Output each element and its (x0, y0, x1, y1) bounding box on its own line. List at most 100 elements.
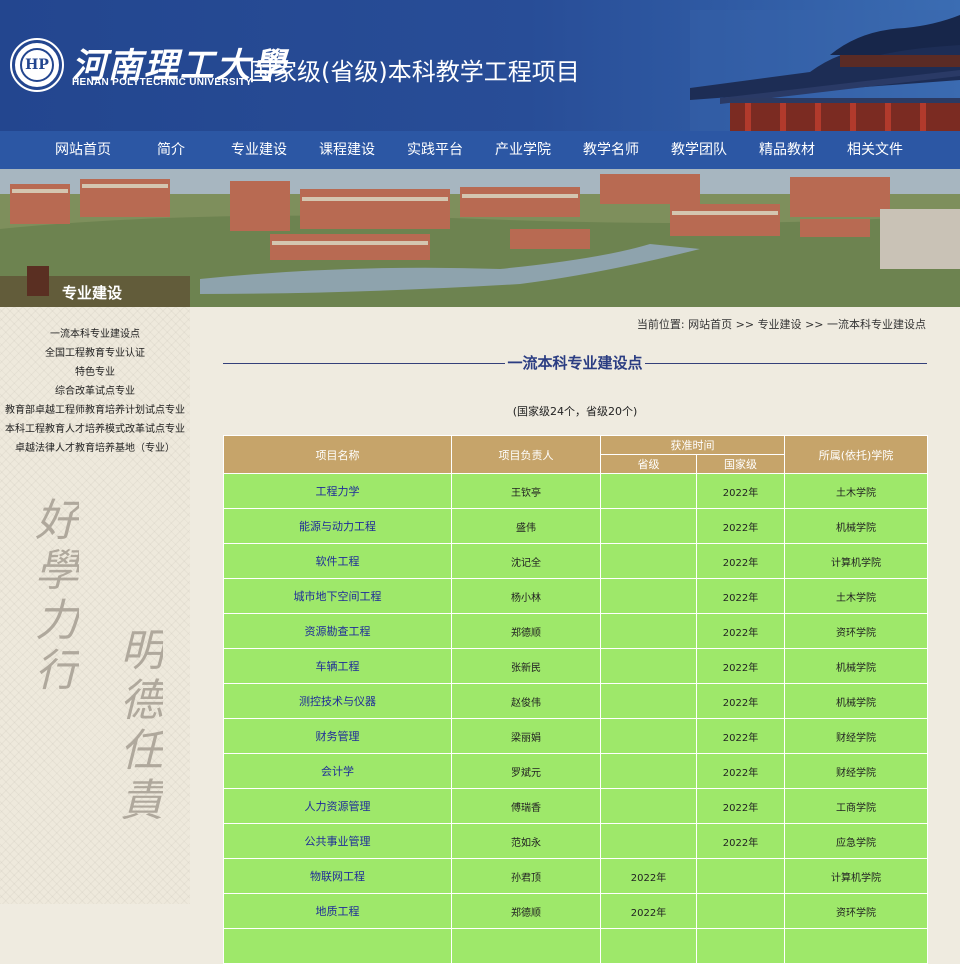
cell-leader: 罗斌元 (451, 753, 601, 789)
sidebar-item-featured-major[interactable]: 特色专业 (0, 363, 190, 382)
cell-leader: 范如永 (451, 823, 601, 859)
cell-college: 土木学院 (784, 473, 928, 509)
cell-college: 机械学院 (784, 648, 928, 684)
motto-line-2: 明德任責 (112, 627, 163, 827)
cell-province (600, 683, 697, 719)
cell-leader: 梁丽娟 (451, 718, 601, 754)
cell-leader: 赵俊伟 (451, 683, 601, 719)
university-seal-logo[interactable]: HP (10, 38, 64, 92)
cell-leader: 盛伟 (451, 508, 601, 544)
cell-name[interactable]: 物联网工程 (223, 858, 452, 894)
cell-name[interactable]: 工程力学 (223, 473, 452, 509)
nav-documents[interactable]: 相关文件 (831, 131, 919, 169)
section-label-square (27, 266, 49, 296)
sidebar-menu: 一流本科专业建设点 全国工程教育专业认证 特色专业 综合改革试点专业 教育部卓越… (0, 325, 190, 458)
cell-province (600, 823, 697, 859)
cell-name[interactable]: 人力资源管理 (223, 788, 452, 824)
cell-national: 2022年 (696, 648, 785, 684)
cell-name[interactable]: 地质工程 (223, 893, 452, 929)
cell-college: 工商学院 (784, 788, 928, 824)
cell-province (600, 788, 697, 824)
nav-intro[interactable]: 简介 (127, 131, 215, 169)
cell-college: 机械学院 (784, 683, 928, 719)
nav-industry-college[interactable]: 产业学院 (479, 131, 567, 169)
cell-name[interactable]: 公共事业管理 (223, 823, 452, 859)
table-row (223, 928, 928, 964)
table-row: 财务管理 梁丽娟 2022年 财经学院 (223, 718, 928, 754)
cell-college: 财经学院 (784, 718, 928, 754)
nav-course-construction[interactable]: 课程建设 (303, 131, 391, 169)
breadcrumb-separator: >> (735, 318, 755, 331)
nav-home[interactable]: 网站首页 (39, 131, 127, 169)
cell-province (600, 578, 697, 614)
cell-name[interactable] (223, 928, 452, 964)
table-row: 车辆工程 张新民 2022年 机械学院 (223, 648, 928, 684)
cell-national: 2022年 (696, 613, 785, 649)
site-title: 国家级(省级)本科教学工程项目 (249, 58, 580, 86)
header-name: 项目名称 (223, 435, 452, 474)
nav-textbooks[interactable]: 精品教材 (743, 131, 831, 169)
cell-college: 计算机学院 (784, 543, 928, 579)
cell-college: 机械学院 (784, 508, 928, 544)
section-label-text: 专业建设 (62, 284, 123, 302)
cell-college: 计算机学院 (784, 858, 928, 894)
sidebar: 一流本科专业建设点 全国工程教育专业认证 特色专业 综合改革试点专业 教育部卓越… (0, 307, 190, 904)
sidebar-item-engineering-accreditation[interactable]: 全国工程教育专业认证 (0, 344, 190, 363)
breadcrumb-separator: >> (805, 318, 824, 331)
nav-famous-teachers[interactable]: 教学名师 (567, 131, 655, 169)
cell-college: 土木学院 (784, 578, 928, 614)
cell-province (600, 613, 697, 649)
cell-province (600, 718, 697, 754)
project-table-wrapper: 项目名称 项目负责人 获准时间 所属(依托)学院 省级 国家级 工程力学 王钦亭 2… (223, 435, 928, 964)
sidebar-item-excellent-engineer[interactable]: 教育部卓越工程师教育培养计划试点专业 (0, 401, 190, 420)
cell-national (696, 893, 785, 929)
temple-illustration (690, 10, 960, 131)
sidebar-item-training-mode-reform[interactable]: 本科工程教育人才培养模式改革试点专业 (0, 420, 190, 439)
cell-national: 2022年 (696, 683, 785, 719)
cell-name[interactable]: 财务管理 (223, 718, 452, 754)
university-name-english: HENAN POLYTECHNIC UNIVERSITY (72, 77, 253, 88)
nav-teaching-teams[interactable]: 教学团队 (655, 131, 743, 169)
calligraphy-motto: 好學力行 明德任責 (0, 497, 190, 897)
sidebar-item-reform-pilot[interactable]: 综合改革试点专业 (0, 382, 190, 401)
cell-college: 资环学院 (784, 613, 928, 649)
table-row: 城市地下空间工程 杨小林 2022年 土木学院 (223, 578, 928, 614)
cell-name[interactable]: 资源勘查工程 (223, 613, 452, 649)
table-row: 会计学 罗斌元 2022年 财经学院 (223, 753, 928, 789)
cell-province: 2022年 (600, 893, 697, 929)
cell-name[interactable]: 车辆工程 (223, 648, 452, 684)
sidebar-item-first-class-major[interactable]: 一流本科专业建设点 (0, 325, 190, 344)
breadcrumb: 当前位置: 网站首页 >> 专业建设 >> 一流本科专业建设点 (637, 316, 926, 332)
cell-national: 2022年 (696, 788, 785, 824)
header-college: 所属(依托)学院 (784, 435, 928, 474)
cell-college: 资环学院 (784, 893, 928, 929)
nav-practice-platform[interactable]: 实践平台 (391, 131, 479, 169)
main-content: 当前位置: 网站首页 >> 专业建设 >> 一流本科专业建设点 一流本科专业建设… (190, 307, 960, 964)
sidebar-item-excellent-law[interactable]: 卓越法律人才教育培养基地（专业） (0, 439, 190, 458)
cell-province (600, 508, 697, 544)
cell-name[interactable]: 测控技术与仪器 (223, 683, 452, 719)
main-nav: 网站首页 简介 专业建设 课程建设 实践平台 产业学院 教学名师 教学团队 精品… (0, 131, 960, 169)
cell-national (696, 928, 785, 964)
cell-national: 2022年 (696, 508, 785, 544)
cell-name[interactable]: 软件工程 (223, 543, 452, 579)
cell-province (600, 543, 697, 579)
table-row: 人力资源管理 傅瑞香 2022年 工商学院 (223, 788, 928, 824)
cell-college: 应急学院 (784, 823, 928, 859)
breadcrumb-home[interactable]: 网站首页 (688, 318, 732, 331)
breadcrumb-current: 一流本科专业建设点 (827, 318, 926, 331)
cell-name[interactable]: 会计学 (223, 753, 452, 789)
cell-province (600, 473, 697, 509)
nav-major-construction[interactable]: 专业建设 (215, 131, 303, 169)
cell-name[interactable]: 城市地下空间工程 (223, 578, 452, 614)
cell-college (784, 928, 928, 964)
cell-name[interactable]: 能源与动力工程 (223, 508, 452, 544)
table-row: 软件工程 沈记全 2022年 计算机学院 (223, 543, 928, 579)
cell-national: 2022年 (696, 753, 785, 789)
cell-national: 2022年 (696, 578, 785, 614)
cell-leader: 孙君顶 (451, 858, 601, 894)
table-row: 工程力学 王钦亭 2022年 土木学院 (223, 473, 928, 509)
breadcrumb-section[interactable]: 专业建设 (758, 318, 802, 331)
header-approval-time: 获准时间 (600, 435, 785, 455)
